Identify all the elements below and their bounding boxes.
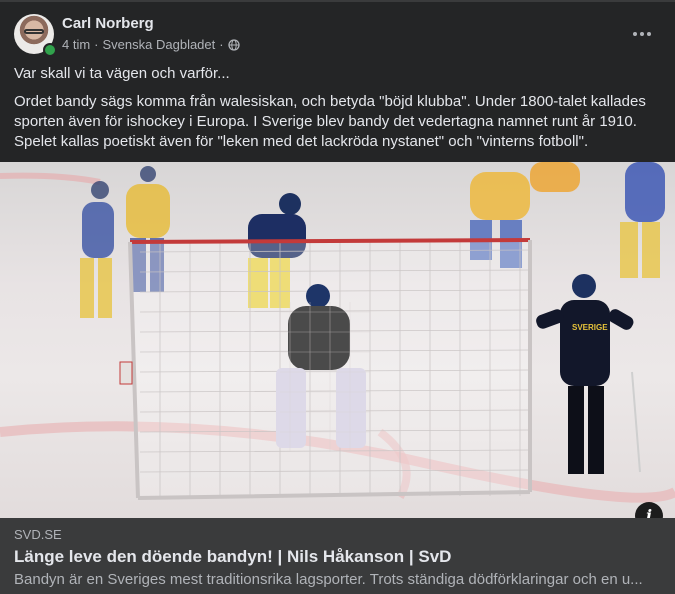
post-time[interactable]: 4 tim — [62, 37, 90, 52]
post-header: Carl Norberg 4 tim · Svenska Dagbladet · — [14, 14, 664, 57]
link-domain: SVD.SE — [14, 527, 62, 542]
post-card: Carl Norberg 4 tim · Svenska Dagbladet ·… — [0, 0, 675, 594]
bandy-scene: SVERIGE — [0, 162, 675, 503]
link-description: Bandyn är en Sveriges mest traditionsrik… — [14, 571, 643, 588]
post-text: Var skall vi ta vägen och varför... Orde… — [14, 64, 662, 160]
meta-separator: · — [219, 37, 224, 52]
jersey-text: SVERIGE — [572, 323, 608, 332]
post-body: Ordet bandy sägs komma från walesiskan, … — [14, 93, 646, 150]
more-options-icon[interactable] — [632, 24, 652, 44]
avatar-glasses — [24, 29, 44, 34]
post-headline: Var skall vi ta vägen och varför... — [14, 65, 230, 82]
post-meta: 4 tim · Svenska Dagbladet · — [62, 37, 240, 52]
link-preview[interactable]: SVD.SE Länge leve den döende bandyn! | N… — [0, 518, 675, 594]
author-name[interactable]: Carl Norberg — [62, 15, 154, 32]
meta-separator: · — [94, 37, 99, 52]
post-image[interactable]: SVERIGE — [0, 162, 675, 518]
link-title[interactable]: Länge leve den döende bandyn! | Nils Håk… — [14, 547, 654, 567]
post-source[interactable]: Svenska Dagbladet — [103, 37, 216, 52]
globe-icon[interactable] — [227, 38, 240, 51]
online-status-icon — [43, 43, 57, 57]
